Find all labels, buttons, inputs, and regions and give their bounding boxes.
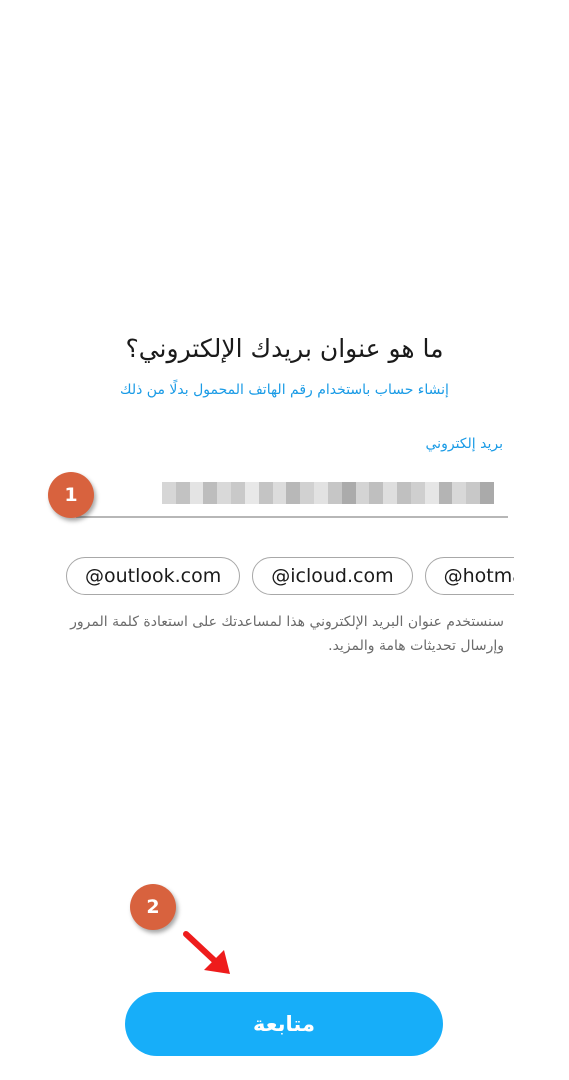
domain-suggestions[interactable]: @outlook.com @icloud.com @hotmail.com	[66, 557, 514, 599]
step-badge-2: 2	[126, 884, 176, 930]
use-phone-instead-link[interactable]: إنشاء حساب باستخدام رقم الهاتف المحمول ب…	[0, 382, 569, 398]
redacted-email-value	[162, 482, 494, 504]
email-field[interactable]	[76, 470, 508, 518]
domain-chip-outlook[interactable]: @outlook.com	[66, 557, 241, 595]
email-field-label: بريد إلكتروني	[425, 436, 503, 452]
email-helper-text: سنستخدم عنوان البريد الإلكتروني هذا لمسا…	[70, 614, 504, 654]
page-title: ما هو عنوان بريدك الإلكتروني؟	[125, 334, 444, 363]
domain-chip-hotmail[interactable]: @hotmail.com	[424, 557, 514, 595]
red-arrow-icon	[183, 931, 230, 974]
continue-button[interactable]: متابعة	[125, 992, 443, 1056]
step-badge-1: 1	[48, 472, 94, 518]
domain-chip-icloud[interactable]: @icloud.com	[252, 557, 413, 595]
